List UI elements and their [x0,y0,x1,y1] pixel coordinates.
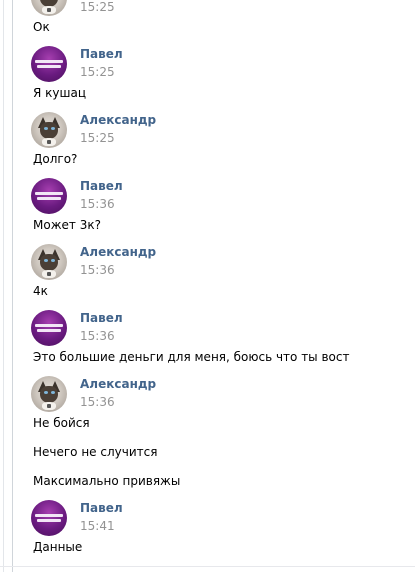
message-time: 15:36 [80,263,115,277]
message-time: 15:36 [80,329,115,343]
avatar-pavel[interactable] [31,310,67,346]
message-author[interactable]: Павел [80,47,123,62]
message-author[interactable]: Александр [80,377,156,392]
message-author[interactable]: Павел [80,311,123,326]
message-text: Данные [33,540,83,554]
message-time: 15:41 [80,519,115,533]
avatar-pavel[interactable] [31,178,67,214]
avatar-aleksandr[interactable] [31,112,67,148]
message-time: 15:25 [80,65,115,79]
message-author[interactable]: Александр [80,245,156,260]
message-history[interactable]: 15:25 Ок Павел 15:25 Я кушац Александр 1… [0,0,415,566]
composer-divider [0,566,415,567]
message-text: Ок [33,20,50,34]
message-time: 15:36 [80,395,115,409]
avatar-pavel[interactable] [31,500,67,536]
message-text: Максимально привяжы [33,474,181,488]
message-text: Долго? [33,152,78,166]
message-author[interactable]: Александр [80,113,156,128]
message-time: 15:25 [80,131,115,145]
message-author[interactable]: Павел [80,179,123,194]
message-text: Может 3к? [33,218,101,232]
avatar-pavel[interactable] [31,46,67,82]
message-text: Я кушац [33,86,87,100]
message-author[interactable]: Павел [80,501,123,516]
message-text: 4к [33,284,48,298]
message-text: Не бойся [33,416,90,430]
avatar-aleksandr[interactable] [31,376,67,412]
message-text: Нечего не случится [33,445,158,459]
message-time: 15:36 [80,197,115,211]
message-text: Это большие деньги для меня, боюсь что т… [33,350,350,364]
message-time: 15:25 [80,0,115,14]
avatar-aleksandr[interactable] [31,0,67,16]
avatar-aleksandr[interactable] [31,244,67,280]
